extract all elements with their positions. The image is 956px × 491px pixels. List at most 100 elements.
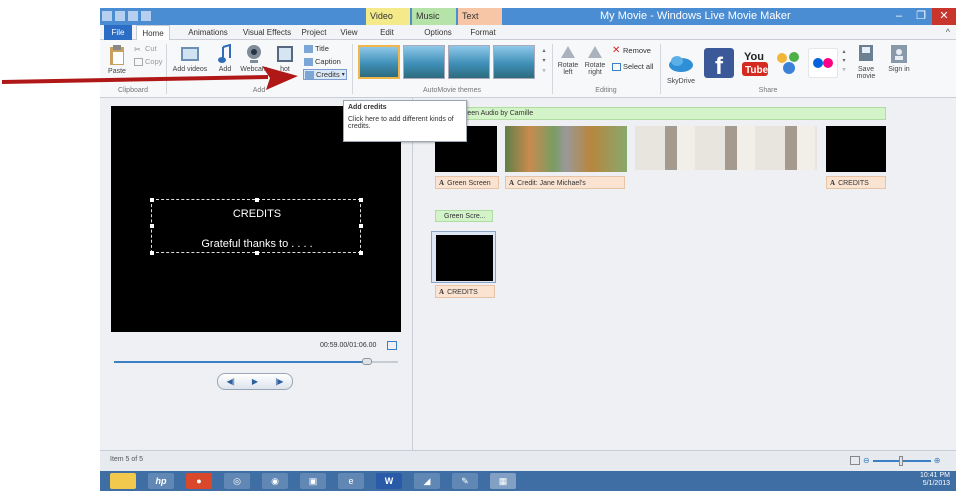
theme-thumbnail[interactable] <box>403 45 445 79</box>
youtube-icon[interactable]: You Tube <box>740 48 770 78</box>
maximize-button[interactable]: ❐ <box>910 8 932 25</box>
zoom-in-icon[interactable]: ⊕ <box>934 456 941 465</box>
theme-thumbnail[interactable] <box>448 45 490 79</box>
caption-label: Caption <box>315 57 341 66</box>
video-clip[interactable] <box>635 126 817 170</box>
chrome-icon[interactable]: ● <box>186 473 212 489</box>
rotate-right-button[interactable]: Rotate right <box>583 44 607 76</box>
paint-icon[interactable]: ✎ <box>452 473 478 489</box>
ribbon-minimize-icon[interactable]: ^ <box>946 27 950 37</box>
title-bar: Video Tools Music Tools Text Tools My Mo… <box>100 8 956 38</box>
sign-in-button[interactable]: Sign in <box>888 44 910 73</box>
app-icon[interactable]: ▣ <box>300 473 326 489</box>
tab-options[interactable]: Options <box>418 25 458 40</box>
internet-explorer-icon[interactable]: e <box>338 473 364 489</box>
svg-text:Tube: Tube <box>745 65 769 76</box>
remove-icon: ✕ <box>612 44 621 56</box>
seek-bar[interactable] <box>114 358 398 365</box>
selected-clip-frame[interactable] <box>431 231 496 283</box>
text-icon: A <box>509 179 515 187</box>
word-icon[interactable]: W <box>376 473 402 489</box>
pane-divider[interactable] <box>412 98 413 450</box>
resize-handle[interactable] <box>359 198 363 202</box>
file-explorer-icon[interactable] <box>110 473 136 489</box>
tab-home[interactable]: Home <box>136 25 170 40</box>
tab-project[interactable]: Project <box>296 25 332 40</box>
sign-in-icon <box>891 45 907 63</box>
skydrive-icon[interactable] <box>666 48 696 78</box>
themes-scroll-icon[interactable]: ▴ ▾ ▿ <box>540 46 548 78</box>
credits-text-box[interactable]: CREDITS Grateful thanks to . . . . <box>150 198 363 255</box>
clip-caption[interactable]: A CREDITS <box>826 176 886 189</box>
resize-handle[interactable] <box>150 198 154 202</box>
rotate-left-button[interactable]: Rotate left <box>557 44 579 76</box>
remove-label: Remove <box>623 46 651 55</box>
rotate-left-icon <box>561 46 575 58</box>
video-clip[interactable] <box>436 235 493 281</box>
cut-button[interactable]: ✂ Cut <box>134 44 157 54</box>
save-icon[interactable] <box>115 11 125 21</box>
people-icon[interactable] <box>774 48 804 78</box>
camera-icon[interactable]: ◉ <box>262 473 288 489</box>
theme-thumbnail[interactable] <box>493 45 535 79</box>
zoom-control: ⊖ ⊕ <box>850 455 941 466</box>
hp-icon[interactable]: hp <box>148 473 174 489</box>
green-screen-tag[interactable]: Green Scre... <box>435 210 493 222</box>
audio-track[interactable]: reen Audio by Camille <box>427 107 886 120</box>
previous-frame-button[interactable]: ◀| <box>227 377 235 386</box>
credits-button[interactable]: Credits ▾ <box>303 69 347 80</box>
title-button[interactable]: Title <box>304 44 329 53</box>
share-scroll-icon[interactable]: ▴ ▾ ▿ <box>840 48 848 75</box>
seek-thumb[interactable] <box>361 358 372 365</box>
cut-label: Cut <box>145 44 157 53</box>
zoom-slider[interactable] <box>872 455 931 466</box>
video-clip[interactable] <box>826 126 886 172</box>
resize-handle[interactable] <box>255 251 259 255</box>
tab-file[interactable]: File <box>104 25 132 40</box>
resize-handle[interactable] <box>150 224 154 228</box>
undo-icon[interactable] <box>128 11 138 21</box>
zoom-slider-thumb[interactable] <box>898 455 903 466</box>
caption-icon <box>304 57 313 66</box>
close-button[interactable]: ✕ <box>932 8 956 25</box>
video-tools-context: Video Tools <box>366 8 410 38</box>
clip-caption[interactable]: A CREDITS <box>435 285 495 298</box>
resize-handle[interactable] <box>359 251 363 255</box>
movie-maker-taskbar-icon[interactable]: ▦ <box>490 473 516 489</box>
facebook-icon[interactable]: f <box>704 48 734 78</box>
app-icon[interactable]: ◢ <box>414 473 440 489</box>
caption-button[interactable]: Caption <box>304 57 341 66</box>
next-frame-button[interactable]: |▶ <box>275 377 283 386</box>
video-clip[interactable] <box>505 126 627 172</box>
clip-caption[interactable]: A Credit: Jane Michael's <box>505 176 625 189</box>
app-icon[interactable]: ◎ <box>224 473 250 489</box>
flickr-icon[interactable] <box>808 48 838 78</box>
credits-dropdown-icon[interactable]: ▾ <box>342 71 345 78</box>
rotate-right-label: Rotate right <box>584 62 606 76</box>
save-movie-button[interactable]: Save movie <box>852 44 880 80</box>
tab-edit[interactable]: Edit <box>372 25 402 40</box>
resize-handle[interactable] <box>359 224 363 228</box>
zoom-out-icon[interactable]: ⊖ <box>863 456 870 465</box>
app-menu-icon[interactable] <box>102 11 112 21</box>
remove-button[interactable]: ✕ Remove <box>612 44 651 56</box>
tab-animations[interactable]: Animations <box>180 25 236 40</box>
playback-controls: ◀| ▶ |▶ <box>217 373 293 390</box>
redo-icon[interactable] <box>141 11 151 21</box>
credits-title-text: CREDITS <box>232 208 282 220</box>
tooltip-body: Click here to add different kinds of cre… <box>348 116 454 130</box>
resize-handle[interactable] <box>150 251 154 255</box>
fullscreen-icon[interactable] <box>387 341 397 350</box>
tab-view[interactable]: View <box>335 25 363 40</box>
play-button[interactable]: ▶ <box>252 377 258 386</box>
theme-thumbnail[interactable] <box>358 45 400 79</box>
text-icon: A <box>439 179 445 187</box>
tab-format[interactable]: Format <box>465 25 501 40</box>
minimize-button[interactable]: – <box>888 8 910 25</box>
text-icon: A <box>439 288 445 296</box>
storyboard-view-icon[interactable] <box>850 456 860 465</box>
clip-caption[interactable]: A Green Screen <box>435 176 499 189</box>
tab-visual-effects[interactable]: Visual Effects <box>237 25 297 40</box>
select-all-button[interactable]: Select all <box>612 62 653 71</box>
resize-handle[interactable] <box>255 198 259 202</box>
